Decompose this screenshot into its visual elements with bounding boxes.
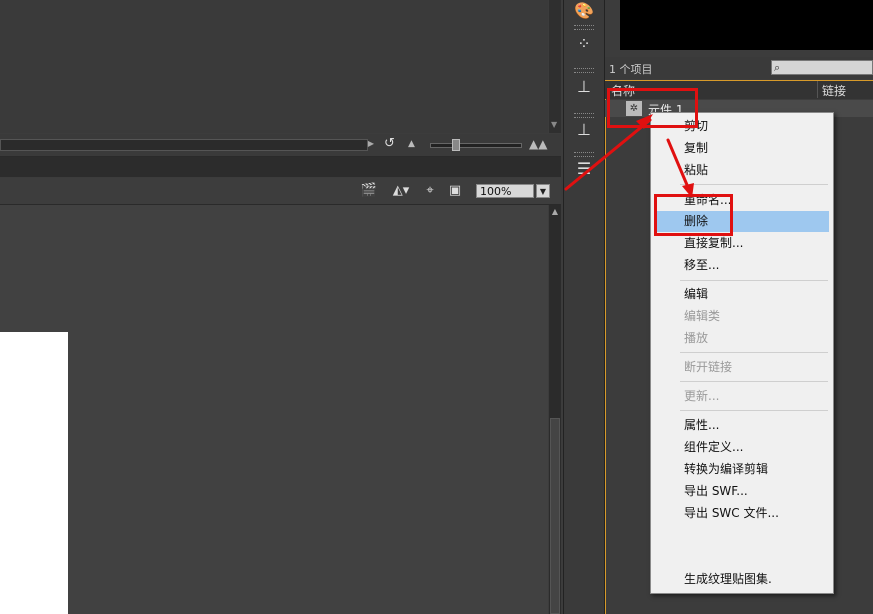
annotation-arrows bbox=[564, 114, 694, 198]
annotation-arrow-line-down bbox=[666, 138, 692, 194]
annotation-arrow-line-left bbox=[564, 118, 652, 191]
annotation-arrowhead-down bbox=[682, 183, 694, 198]
